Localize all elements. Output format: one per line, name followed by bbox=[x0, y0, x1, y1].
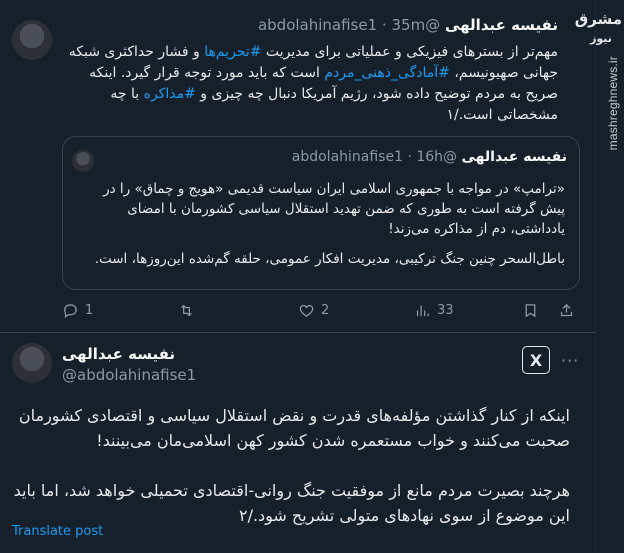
quoted-paragraph-2: باطل‌السحر چنین جنگ ترکیبی، مدیریت افکار… bbox=[94, 251, 565, 267]
quoted-tweet-body: «ترامپ» در مواجه با جمهوری اسلامی ایران … bbox=[77, 179, 565, 279]
author-handle[interactable]: @abdolahinafise1 bbox=[62, 366, 196, 384]
quoted-tweet-header: نفیسه عبدالهی @abdolahinafise1 · 16h bbox=[292, 149, 567, 165]
translate-link[interactable]: Translate post bbox=[12, 524, 103, 539]
tweet-actions: 1 2 33 bbox=[62, 302, 578, 322]
quoted-paragraph-1: «ترامپ» در مواجه با جمهوری اسلامی ایران … bbox=[103, 181, 565, 237]
separator-dot: · bbox=[381, 16, 387, 34]
repost-icon bbox=[181, 304, 192, 317]
hashtag-link[interactable]: #مذاکره bbox=[144, 86, 196, 102]
avatar[interactable] bbox=[12, 343, 52, 383]
views-icon bbox=[416, 305, 429, 317]
x-logo-icon: X bbox=[522, 346, 550, 374]
hashtag-link[interactable]: #آمادگی_ذهنی_مردم bbox=[324, 65, 450, 81]
watermark-text: mashreghnews.ir bbox=[606, 56, 620, 151]
author-name[interactable]: نفیسه عبدالهی bbox=[445, 16, 558, 34]
hashtag-link[interactable]: #تحریم‌ها bbox=[204, 44, 261, 60]
views-button[interactable]: 33 bbox=[414, 302, 454, 319]
watermark-strip: mashreghnews.ir bbox=[595, 0, 624, 552]
quoted-tweet[interactable]: نفیسه عبدالهی @abdolahinafise1 · 16h «تر… bbox=[62, 136, 580, 290]
like-button[interactable]: 2 bbox=[298, 302, 329, 319]
avatar[interactable] bbox=[12, 20, 52, 60]
author-name[interactable]: نفیسه عبدالهی bbox=[62, 345, 175, 363]
reply-count: 1 bbox=[85, 303, 94, 318]
like-count: 2 bbox=[321, 303, 330, 318]
bookmark-icon bbox=[525, 304, 536, 318]
tweet-1-body: مهم‌تر از بسترهای فیزیکی و عملیاتی برای … bbox=[62, 42, 558, 126]
tweet-2[interactable]: نفیسه عبدالهی @abdolahinafise1 X ··· این… bbox=[0, 333, 596, 552]
tweet-2-paragraph-2: هرچند بصیرت مردم مانع از موفقیت جنگ روان… bbox=[13, 481, 570, 525]
quoted-tweet-time: 16h bbox=[416, 149, 444, 165]
tweet-1-header: نفیسه عبدالهی @abdolahinafise1 · 35m bbox=[258, 16, 558, 34]
share-icon bbox=[560, 303, 573, 317]
tweet-1[interactable]: نفیسه عبدالهی @abdolahinafise1 · 35m مهم… bbox=[0, 0, 596, 333]
reply-button[interactable]: 1 bbox=[62, 302, 93, 319]
views-count: 33 bbox=[437, 303, 454, 318]
repost-button[interactable] bbox=[178, 302, 201, 319]
heart-icon bbox=[299, 304, 314, 317]
tweet-2-paragraph-1: اینکه از کنار گذاشتن مؤلفه‌های قدرت و نق… bbox=[18, 406, 570, 450]
quoted-author-name: نفیسه عبدالهی bbox=[461, 149, 568, 165]
tweet-time[interactable]: 35m bbox=[391, 16, 425, 34]
reply-icon bbox=[64, 304, 77, 319]
separator-dot: · bbox=[407, 149, 412, 165]
body-text: مهم‌تر از بسترهای فیزیکی و عملیاتی برای … bbox=[261, 44, 558, 60]
share-button[interactable] bbox=[558, 302, 575, 319]
quoted-avatar bbox=[72, 150, 94, 172]
bookmark-button[interactable] bbox=[522, 302, 539, 319]
more-icon[interactable]: ··· bbox=[561, 351, 579, 370]
